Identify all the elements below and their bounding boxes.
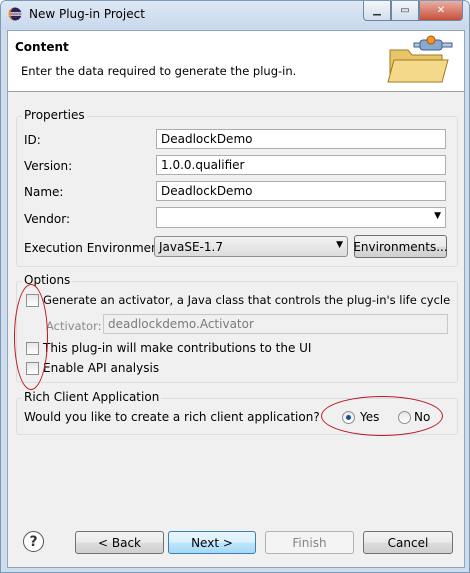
window-controls: ▁ ▭ ✕ xyxy=(363,1,463,21)
window-title: New Plug-in Project xyxy=(29,7,145,21)
environments-button[interactable]: Environments... xyxy=(353,235,448,258)
id-label: ID: xyxy=(24,133,41,147)
activator-label: Activator: xyxy=(46,319,102,333)
vendor-label: Vendor: xyxy=(24,212,70,226)
name-field[interactable]: DeadlockDemo xyxy=(156,181,446,201)
back-button-label: < Back xyxy=(97,535,141,550)
help-button[interactable]: ? xyxy=(23,531,44,552)
version-field[interactable]: 1.0.0.qualifier xyxy=(156,155,446,175)
eclipse-icon xyxy=(8,7,22,21)
exec-env-combo[interactable]: JavaSE-1.7 ▼ xyxy=(154,236,348,257)
next-button-label: Next > xyxy=(191,535,233,550)
page-title: Content xyxy=(15,40,69,54)
close-button[interactable]: ✕ xyxy=(419,1,463,21)
name-label: Name: xyxy=(24,185,64,199)
api-analysis-checkbox[interactable] xyxy=(26,362,39,375)
minimize-button[interactable]: ▁ xyxy=(363,1,391,21)
next-button[interactable]: Next > xyxy=(168,531,256,554)
minimize-icon: ▁ xyxy=(373,5,381,16)
finish-button-label: Finish xyxy=(292,535,327,550)
chevron-down-icon: ▼ xyxy=(336,240,343,250)
rcp-yes-label: Yes xyxy=(360,410,380,424)
wizard-body: Content Enter the data required to gener… xyxy=(7,30,465,568)
exec-env-label: Execution Environment: xyxy=(24,241,168,255)
id-field[interactable]: DeadlockDemo xyxy=(156,129,446,149)
page-description: Enter the data required to generate the … xyxy=(21,64,297,78)
maximize-button[interactable]: ▭ xyxy=(391,1,419,21)
chevron-down-icon: ▼ xyxy=(434,211,441,221)
back-button[interactable]: < Back xyxy=(75,531,164,554)
cancel-button[interactable]: Cancel xyxy=(363,531,453,554)
options-group-label: Options xyxy=(22,273,73,287)
rcp-question: Would you like to create a rich client a… xyxy=(24,410,320,424)
version-label: Version: xyxy=(24,159,73,173)
rcp-no-label: No xyxy=(414,410,431,424)
contributions-checkbox[interactable] xyxy=(26,342,39,355)
finish-button[interactable]: Finish xyxy=(265,531,354,554)
new-plugin-project-window: New Plug-in Project ▁ ▭ ✕ Content Enter … xyxy=(0,0,470,573)
activator-field[interactable]: deadlockdemo.Activator xyxy=(103,314,448,334)
vendor-combo[interactable]: ▼ xyxy=(156,207,446,228)
plugin-folder-icon xyxy=(387,35,453,83)
generate-activator-checkbox[interactable] xyxy=(26,294,39,307)
environments-button-label: Environments... xyxy=(353,239,448,254)
close-icon: ✕ xyxy=(436,5,446,16)
properties-group-label: Properties xyxy=(22,108,87,122)
maximize-icon: ▭ xyxy=(400,5,410,16)
cancel-button-label: Cancel xyxy=(387,535,429,550)
generate-activator-label: Generate an activator, a Java class that… xyxy=(43,293,451,307)
rcp-group-label: Rich Client Application xyxy=(22,390,162,404)
wizard-header: Content Enter the data required to gener… xyxy=(8,31,464,92)
title-bar[interactable]: New Plug-in Project ▁ ▭ ✕ xyxy=(1,1,469,29)
rcp-no-radio[interactable] xyxy=(398,411,411,424)
contributions-label: This plug-in will make contributions to … xyxy=(43,341,312,355)
exec-env-value: JavaSE-1.7 xyxy=(159,240,223,254)
help-icon: ? xyxy=(29,533,38,550)
api-analysis-label: Enable API analysis xyxy=(43,361,160,375)
rcp-yes-radio[interactable] xyxy=(342,411,355,424)
